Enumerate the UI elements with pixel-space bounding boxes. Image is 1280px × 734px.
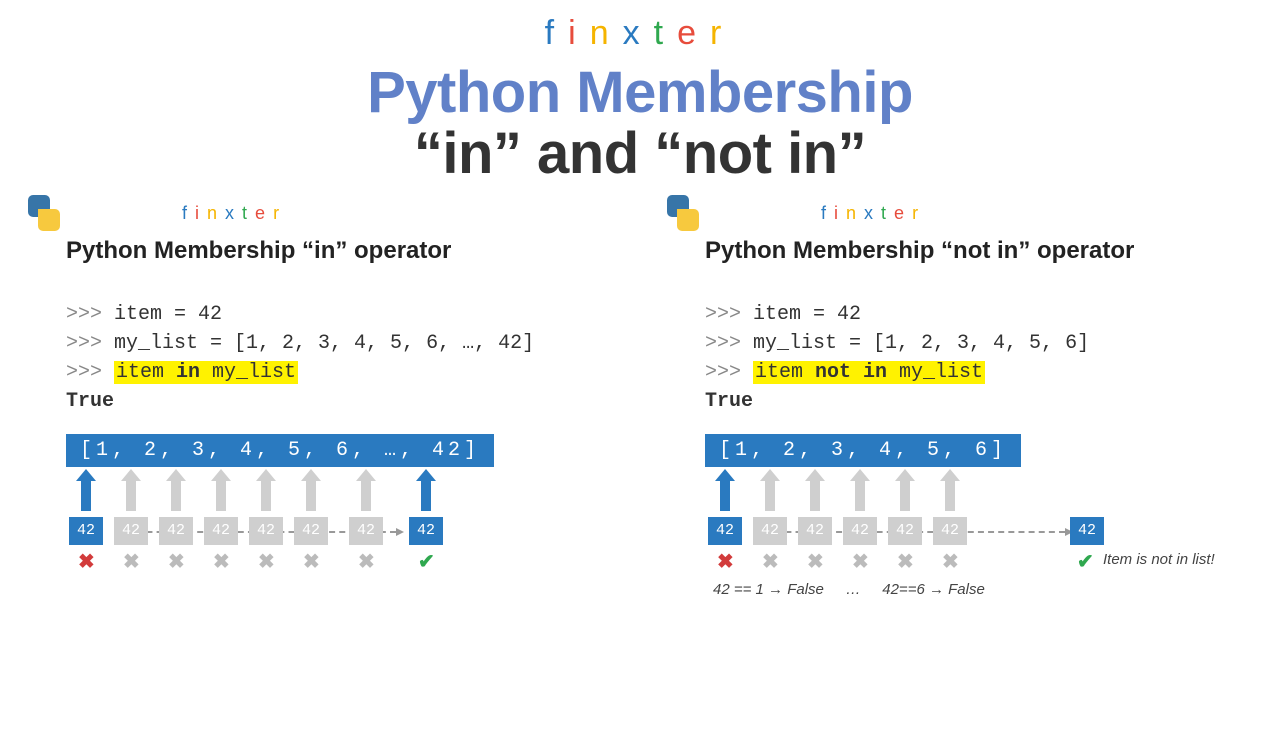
value-box: 42 — [888, 517, 922, 545]
list-bar: [1, 2, 3, 4, 5, 6] — [705, 434, 1021, 467]
cross-icon: ✖ — [303, 549, 320, 574]
code-line: my_list = [1, 2, 3, 4, 5, 6] — [753, 332, 1089, 355]
value-box: 42 — [843, 517, 877, 545]
repl-prompt: >>> — [66, 303, 114, 326]
cross-icon: ✖ — [358, 549, 375, 574]
value-box: 42 — [204, 517, 238, 545]
value-box: 42 — [798, 517, 832, 545]
value-box: 42 — [114, 517, 148, 545]
annotation: Item is not in list! — [1103, 551, 1215, 568]
code-token: item — [755, 361, 815, 384]
cross-icon: ✖ — [123, 549, 140, 574]
code-line: my_list = [1, 2, 3, 4, 5, 6, …, 42] — [114, 332, 534, 355]
diagram-in: [1, 2, 3, 4, 5, 6, …, 42] 42424242424242… — [66, 434, 615, 579]
mark-row: ✖ ✖ ✖ ✖ ✖ ✖ ✖ ✔ — [66, 549, 615, 579]
cross-icon: ✖ — [942, 549, 959, 574]
cross-icon: ✖ — [717, 549, 734, 574]
value-box: 42 — [159, 517, 193, 545]
cross-icon: ✖ — [807, 549, 824, 574]
check-icon: ✔ — [418, 549, 435, 574]
cross-icon: ✖ — [852, 549, 869, 574]
value-box: 42 — [69, 517, 103, 545]
arrow-row — [66, 469, 615, 517]
panel-in-heading: Python Membership “in” operator — [66, 237, 615, 265]
repl-prompt: >>> — [705, 361, 753, 384]
code-keyword: not in — [815, 361, 887, 384]
panel-in: finxter Python Membership “in” operator … — [6, 195, 635, 598]
check-icon: ✔ — [1077, 549, 1094, 574]
panels-row: finxter Python Membership “in” operator … — [0, 195, 1280, 598]
up-arrow-icon — [938, 469, 962, 511]
up-arrow-icon — [119, 469, 143, 511]
up-arrow-icon — [299, 469, 323, 511]
value-box: 42 — [249, 517, 283, 545]
code-block-in: >>> item = 42 >>> my_list = [1, 2, 3, 4,… — [66, 271, 615, 416]
mark-row: ✔ Item is not in list! ✖ ✖ ✖ ✖ ✖ ✖ — [705, 549, 1254, 579]
repl-prompt: >>> — [705, 332, 753, 355]
panel-not-in: finxter Python Membership “not in” opera… — [645, 195, 1274, 598]
cross-icon: ✖ — [762, 549, 779, 574]
code-line: item = 42 — [114, 303, 222, 326]
value-box: 42 — [349, 517, 383, 545]
repl-prompt: >>> — [705, 303, 753, 326]
code-keyword: in — [176, 361, 200, 384]
footnote-text: 42==6 → False — [882, 581, 985, 598]
diagram-notin: [1, 2, 3, 4, 5, 6] 42 42 42 42 42 42 42 ✔ Item… — [705, 434, 1254, 598]
python-icon — [665, 195, 701, 231]
brand-logo-small: finxter — [821, 203, 926, 224]
up-arrow-icon — [209, 469, 233, 511]
cross-icon: ✖ — [168, 549, 185, 574]
code-token: my_list — [200, 361, 296, 384]
brand-logo-small: finxter — [182, 203, 287, 224]
code-result: True — [705, 390, 753, 413]
title-block: Python Membership “in” and “not in” — [0, 59, 1280, 187]
up-arrow-icon — [848, 469, 872, 511]
up-arrow-icon — [164, 469, 188, 511]
title-line-2: “in” and “not in” — [0, 120, 1280, 187]
title-line-1: Python Membership — [0, 59, 1280, 126]
value-box: 42 — [753, 517, 787, 545]
footnote-text: 42 == 1 → False — [713, 581, 824, 598]
list-bar: [1, 2, 3, 4, 5, 6, …, 42] — [66, 434, 494, 467]
panel-notin-heading: Python Membership “not in” operator — [705, 237, 1254, 265]
up-arrow-icon — [354, 469, 378, 511]
cross-icon: ✖ — [258, 549, 275, 574]
up-arrow-icon — [893, 469, 917, 511]
up-arrow-icon — [414, 469, 438, 511]
value-box: 42 — [294, 517, 328, 545]
up-arrow-icon — [803, 469, 827, 511]
code-result: True — [66, 390, 114, 413]
code-line: item = 42 — [753, 303, 861, 326]
value-box: 42 — [933, 517, 967, 545]
up-arrow-icon — [74, 469, 98, 511]
value-box: 42 — [708, 517, 742, 545]
up-arrow-icon — [713, 469, 737, 511]
up-arrow-icon — [254, 469, 278, 511]
python-icon — [26, 195, 62, 231]
footnote-row: 42 == 1 → False … 42==6 → False — [713, 581, 1254, 598]
code-token: my_list — [887, 361, 983, 384]
cross-icon: ✖ — [897, 549, 914, 574]
up-arrow-icon — [758, 469, 782, 511]
repl-prompt: >>> — [66, 361, 114, 384]
code-token: item — [116, 361, 176, 384]
repl-prompt: >>> — [66, 332, 114, 355]
cross-icon: ✖ — [213, 549, 230, 574]
brand-logo: finxter — [0, 14, 1280, 53]
box-row: 42 42 42 42 42 42 42 — [705, 517, 1254, 549]
cross-icon: ✖ — [78, 549, 95, 574]
arrow-row — [705, 469, 1254, 517]
box-row: 42 42 42 42 42 42 42 42 — [66, 517, 615, 549]
value-box: 42 — [1070, 517, 1104, 545]
footnote-ellipsis: … — [828, 581, 878, 598]
value-box: 42 — [409, 517, 443, 545]
code-block-notin: >>> item = 42 >>> my_list = [1, 2, 3, 4,… — [705, 271, 1254, 416]
